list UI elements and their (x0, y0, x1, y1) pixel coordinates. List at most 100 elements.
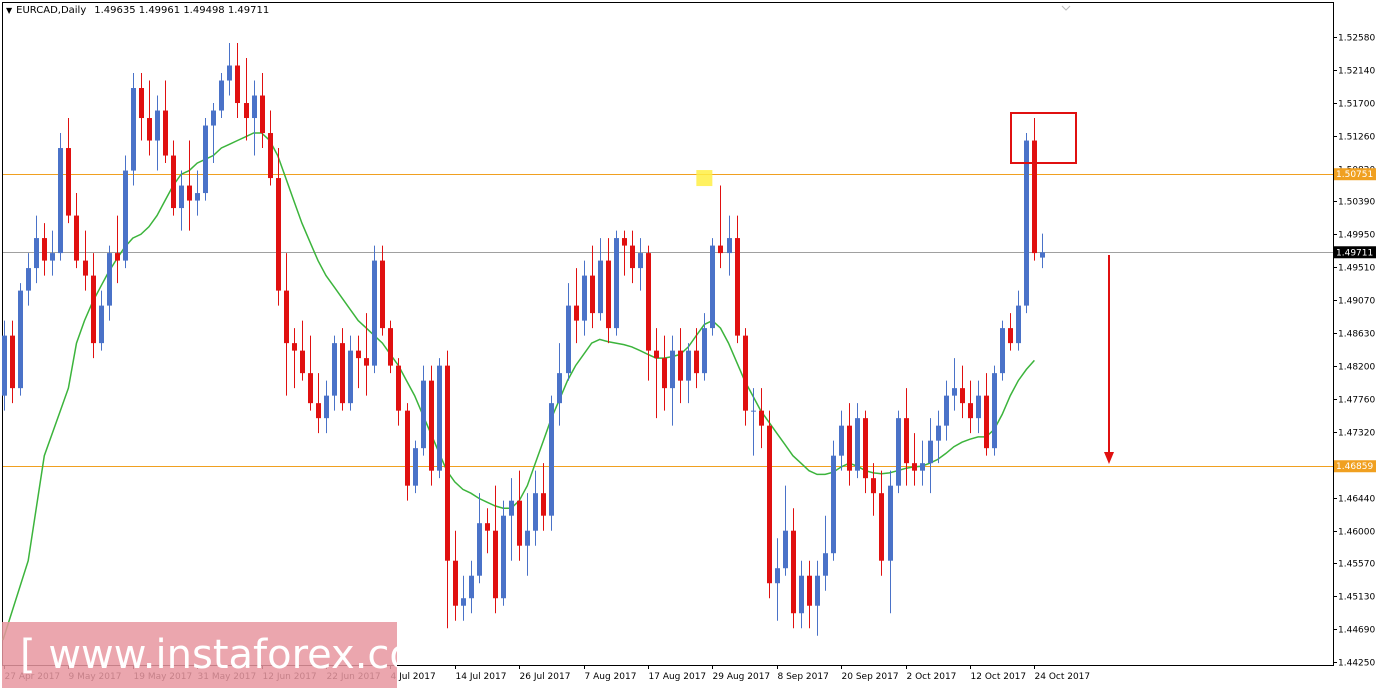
x-tick-label: 26 Jul 2017 (520, 672, 571, 682)
candle-body (99, 305, 104, 344)
candle-body (10, 335, 15, 389)
y-tick-label: 1.48630 (1338, 330, 1375, 340)
candle-body (541, 493, 546, 516)
candle-body (437, 365, 442, 471)
candle-body (324, 395, 329, 419)
candle-body (896, 418, 901, 486)
ma-line (2, 132, 1035, 641)
y-tick-label: 1.52580 (1338, 34, 1375, 44)
x-tick-label: 17 Aug 2017 (649, 672, 707, 682)
candle-body (74, 215, 79, 261)
chart-canvas[interactable]: 1.525801.521401.517001.512601.508201.503… (0, 0, 1377, 691)
candle-body (904, 418, 909, 464)
candle-body (1024, 140, 1029, 306)
candle-body (461, 598, 466, 606)
candle-body (912, 463, 917, 471)
x-tick-label: 20 Sep 2017 (842, 672, 899, 682)
candle-body (372, 260, 377, 366)
candle-body (574, 305, 579, 321)
candle-body (727, 238, 732, 254)
candle-body (525, 530, 530, 546)
candle-body (316, 403, 321, 419)
candle-body (493, 530, 498, 599)
y-tick-label: 1.44690 (1338, 626, 1375, 636)
candle-body (469, 575, 474, 599)
y-axis: 1.525801.521401.517001.512601.508201.503… (1333, 34, 1376, 669)
candle-body (566, 305, 571, 374)
candle-body (187, 185, 192, 201)
x-tick-label: 8 Sep 2017 (778, 672, 829, 682)
candle-body (396, 365, 401, 411)
candle-body (710, 245, 715, 329)
candle-body (646, 253, 651, 351)
candle-body (936, 425, 941, 441)
candle-body (606, 260, 611, 329)
candle-body (743, 335, 748, 411)
y-tick-label: 1.45130 (1338, 593, 1375, 603)
scroll-marker-icon (1061, 5, 1071, 11)
candle-body (155, 110, 160, 141)
candle-body (413, 448, 418, 486)
candle-body (501, 515, 506, 599)
candle-body (855, 418, 860, 471)
candle-body (380, 260, 385, 329)
candle-body (984, 395, 989, 449)
candle-body (284, 290, 289, 344)
y-tick-label: 1.45570 (1338, 560, 1375, 570)
candle-body (783, 530, 788, 569)
candle-body (839, 425, 844, 456)
candle-body (670, 350, 675, 389)
candle-body (91, 275, 96, 344)
candle-body (557, 373, 562, 404)
candle-body (66, 148, 71, 216)
y-tick-label: 1.50390 (1338, 198, 1375, 208)
candles (2, 43, 1045, 636)
candle-body (364, 358, 369, 366)
candle-body (718, 245, 723, 254)
candle-body (139, 88, 144, 119)
candle-body (485, 523, 490, 531)
candle-body (227, 65, 232, 81)
candle-body (976, 395, 981, 419)
candle-body (34, 238, 39, 269)
watermark: [ www.instaforex.com ] (2, 622, 397, 688)
x-tick-label: 29 Aug 2017 (713, 672, 771, 682)
candle-body (767, 425, 772, 584)
ohlc-readout: 1.49635 1.49961 1.49498 1.49711 (94, 5, 270, 16)
dropdown-triangle-icon[interactable]: ▼ (6, 6, 12, 15)
y-tick-label: 1.46000 (1338, 528, 1375, 538)
candle-body (340, 343, 345, 404)
candle-body (968, 403, 973, 419)
candle-body (1008, 328, 1013, 344)
candle-body (928, 440, 933, 464)
candle-body (219, 80, 224, 111)
candle-body (2, 335, 7, 396)
candle-body (252, 95, 257, 119)
candle-body (292, 343, 297, 351)
candle-body (211, 110, 216, 126)
highlight-marker (696, 170, 713, 187)
candle-body (654, 350, 659, 359)
candle-body (235, 65, 240, 104)
candle-body (871, 478, 876, 494)
candle-body (405, 410, 410, 486)
candle-body (421, 380, 426, 449)
x-tick-label: 4 Jul 2017 (391, 672, 436, 682)
chart-header: ▼ EURCAD,Daily 1.49635 1.49961 1.49498 1… (6, 5, 269, 16)
candle-body (356, 350, 361, 359)
level-price-tag-label: 1.46859 (1336, 462, 1373, 472)
candle-body (799, 575, 804, 614)
candle-body (775, 568, 780, 584)
candle-body (50, 253, 55, 261)
y-tick-label: 1.49510 (1338, 264, 1375, 274)
candle-body (735, 238, 740, 336)
candle-body (203, 125, 208, 194)
candle-body (960, 388, 965, 404)
candle-body (815, 575, 820, 606)
candle-body (26, 268, 31, 291)
y-tick-label: 1.49950 (1338, 231, 1375, 241)
candle-body (879, 493, 884, 561)
candle-body (1032, 140, 1037, 254)
candle-body (131, 88, 136, 171)
candle-body (622, 238, 627, 246)
